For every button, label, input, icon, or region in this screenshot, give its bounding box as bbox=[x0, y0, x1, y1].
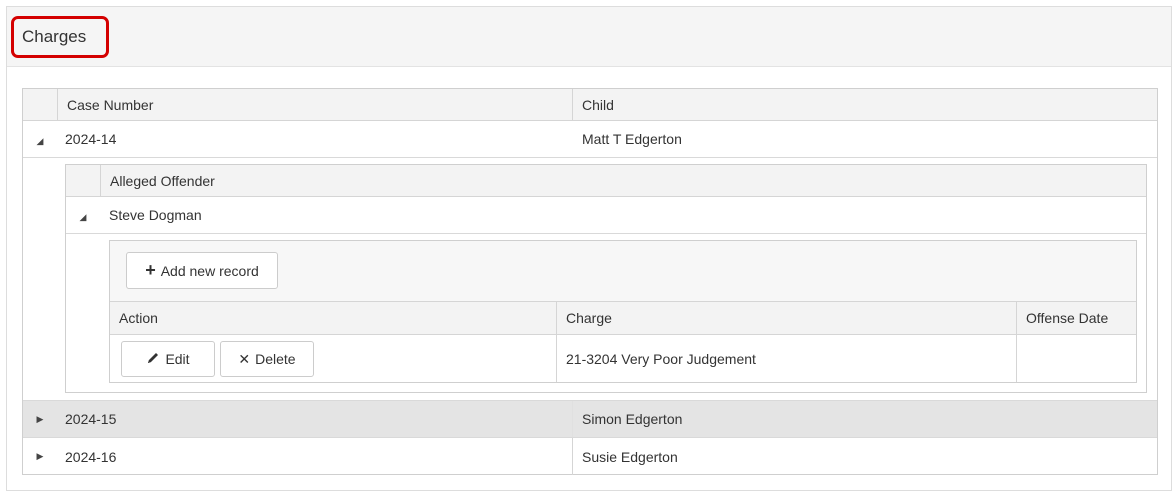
case-number-cell: 2024-15 bbox=[65, 411, 117, 427]
column-header-child[interactable]: Child bbox=[572, 89, 1157, 120]
add-new-record-button[interactable]: + Add new record bbox=[126, 252, 278, 289]
case-detail-area: Alleged Offender ◢ Steve Dogman + Add ne… bbox=[23, 158, 1157, 401]
child-cell: Susie Edgerton bbox=[572, 438, 1157, 475]
column-header-case-number[interactable]: Case Number bbox=[57, 89, 572, 120]
delete-label: Delete bbox=[255, 351, 296, 367]
add-new-record-label: Add new record bbox=[160, 262, 259, 279]
action-cell: Edit ✕ Delete bbox=[110, 335, 556, 382]
pencil-icon bbox=[146, 351, 160, 368]
expand-triangle-right-icon[interactable]: ▶ bbox=[31, 401, 49, 437]
expand-triangle-right-icon[interactable]: ▶ bbox=[31, 438, 49, 475]
expand-column-header bbox=[66, 165, 100, 196]
detail-content: Alleged Offender ◢ Steve Dogman + Add ne… bbox=[57, 158, 1157, 400]
expand-triangle-down-icon[interactable]: ◢ bbox=[31, 121, 49, 157]
column-header-offense-date[interactable]: Offense Date bbox=[1016, 302, 1136, 334]
table-row[interactable]: ▶ 2024-16 Susie Edgerton bbox=[23, 438, 1157, 475]
table-row[interactable]: ◢ Steve Dogman bbox=[66, 197, 1146, 234]
x-icon: ✕ bbox=[238, 350, 251, 367]
child-cell: Simon Edgerton bbox=[572, 401, 1157, 437]
case-number-cell: 2024-16 bbox=[65, 448, 117, 465]
charge-cell: 21-3204 Very Poor Judgement bbox=[556, 335, 1016, 382]
offender-detail-area: + Add new record Action Charge Offense D… bbox=[66, 234, 1146, 392]
charges-grid: + Add new record Action Charge Offense D… bbox=[109, 240, 1137, 383]
offender-grid-header: Alleged Offender bbox=[66, 165, 1146, 197]
offender-cell: Steve Dogman bbox=[109, 207, 202, 223]
case-number-cell: 2024-14 bbox=[65, 131, 117, 147]
case-grid: Case Number Child ◢ 2024-14 Matt T Edger… bbox=[22, 88, 1158, 475]
table-row[interactable]: Edit ✕ Delete 21-3204 Very Poor Judgemen… bbox=[110, 335, 1136, 382]
charges-toolbar: + Add new record bbox=[110, 241, 1136, 302]
charges-panel: Charges Case Number Child ◢ 2024-14 Matt… bbox=[6, 6, 1172, 491]
charges-grid-header: Action Charge Offense Date bbox=[110, 302, 1136, 335]
detail-gutter bbox=[23, 158, 57, 400]
delete-button[interactable]: ✕ Delete bbox=[220, 341, 314, 377]
plus-icon: + bbox=[145, 260, 156, 280]
offender-grid: Alleged Offender ◢ Steve Dogman + Add ne… bbox=[65, 164, 1147, 393]
column-header-action[interactable]: Action bbox=[110, 302, 556, 334]
column-header-charge[interactable]: Charge bbox=[556, 302, 1016, 334]
table-row[interactable]: ▶ 2024-15 Simon Edgerton bbox=[23, 401, 1157, 438]
panel-title: Charges bbox=[11, 16, 109, 58]
column-header-alleged-offender[interactable]: Alleged Offender bbox=[100, 165, 1146, 196]
offense-date-cell bbox=[1016, 335, 1136, 382]
panel-header: Charges bbox=[7, 7, 1171, 67]
edit-label: Edit bbox=[165, 351, 190, 367]
table-row[interactable]: ◢ 2024-14 Matt T Edgerton bbox=[23, 121, 1157, 158]
expand-triangle-down-icon[interactable]: ◢ bbox=[74, 197, 92, 233]
expand-column-header bbox=[23, 89, 57, 120]
child-cell: Matt T Edgerton bbox=[582, 131, 682, 147]
edit-button[interactable]: Edit bbox=[121, 341, 215, 377]
case-grid-header: Case Number Child bbox=[23, 89, 1157, 121]
